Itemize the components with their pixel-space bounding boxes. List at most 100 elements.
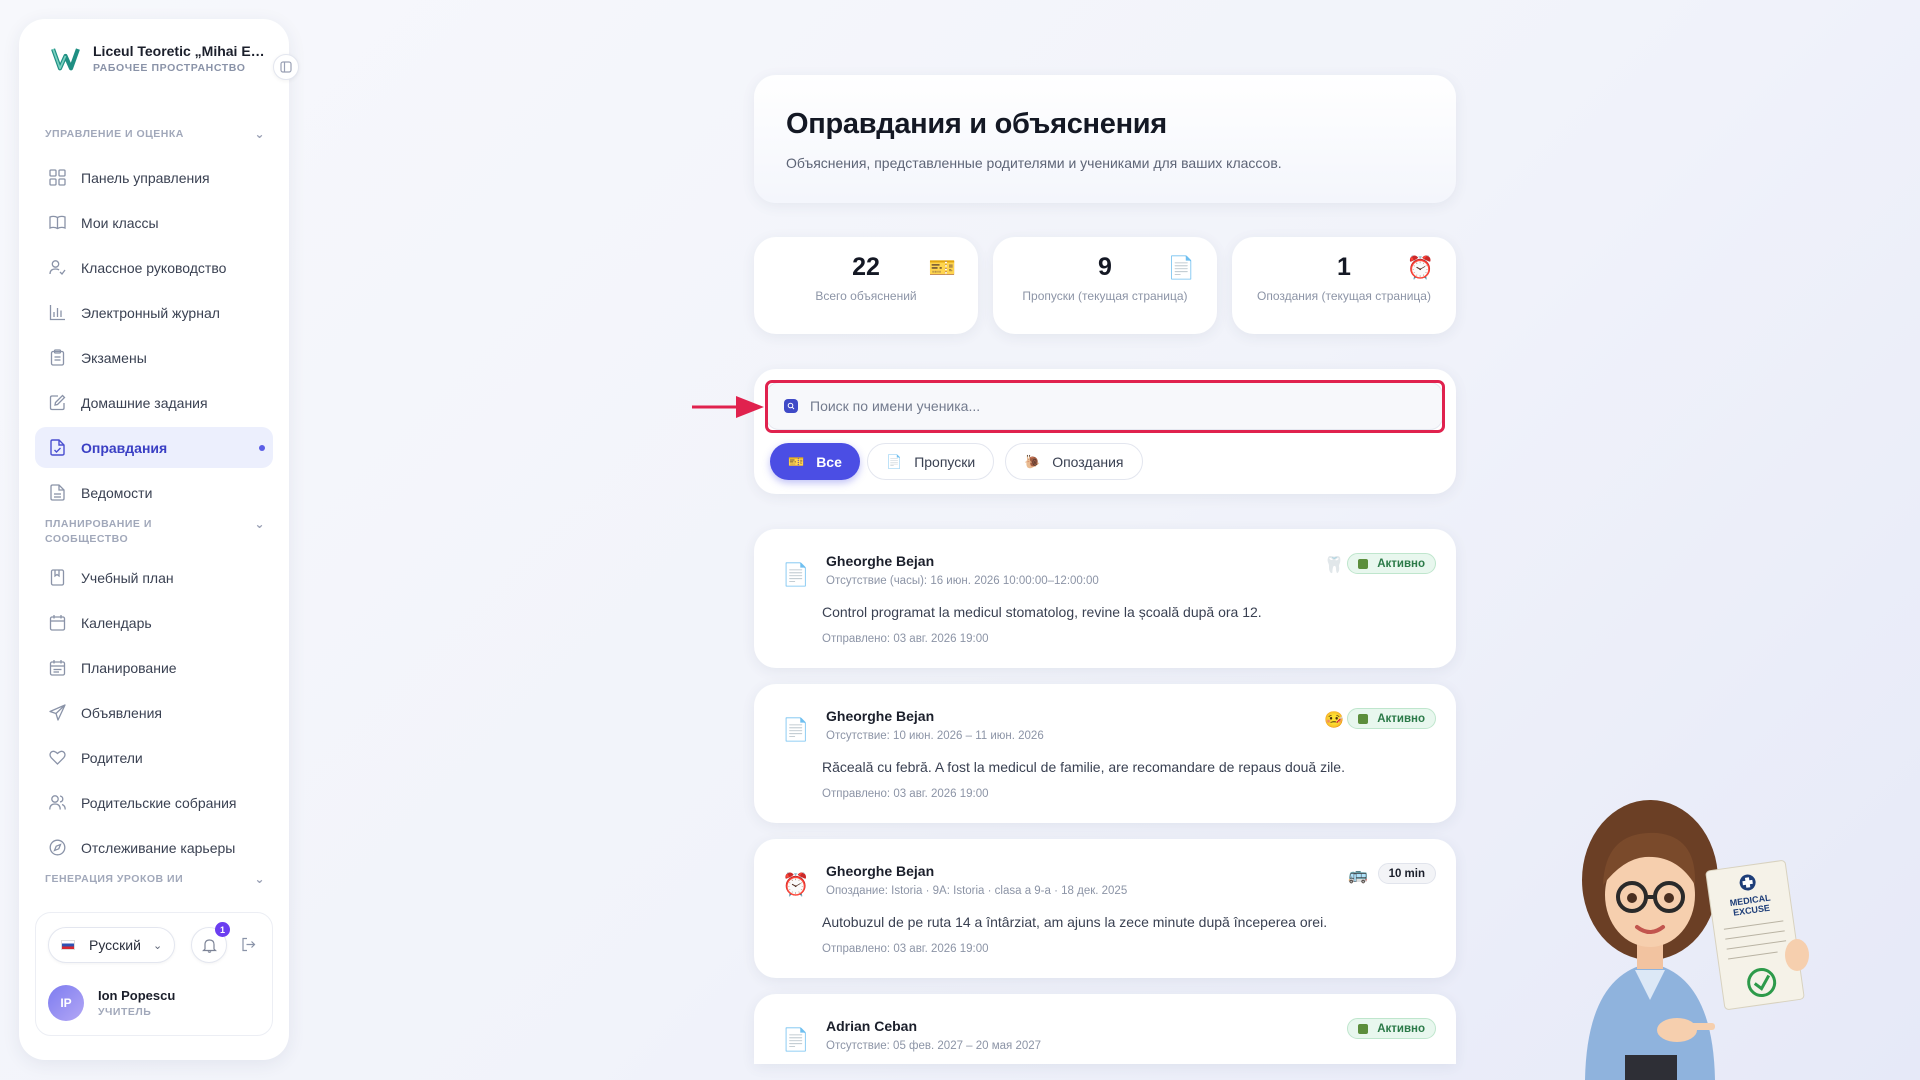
excuse-card[interactable]: 📄 Adrian Ceban Отсутствие: 05 фев. 2027 … <box>754 994 1456 1064</box>
logout-icon <box>242 937 256 952</box>
nav-label: Экзамены <box>81 349 147 366</box>
excuse-card[interactable]: 📄 Gheorghe Bejan Отсутствие (часы): 16 и… <box>754 529 1456 668</box>
excuse-meta: Отсутствие: 10 июн. 2026 – 11 июн. 2026 <box>826 730 1044 742</box>
nav-dashboard[interactable]: Панель управления <box>35 157 273 198</box>
account-panel: Русский ⌄ 1 IP Ion Popescu УЧИТЕЛЬ <box>35 912 273 1036</box>
status-badge: Активно <box>1347 553 1436 574</box>
section-label: УПРАВЛЕНИЕ И ОЦЕНКА <box>45 128 184 140</box>
users-icon <box>49 795 66 810</box>
section-management[interactable]: УПРАВЛЕНИЕ И ОЦЕНКА ⌄ <box>35 127 273 142</box>
active-indicator-dot <box>259 444 265 451</box>
nav-curriculum[interactable]: Учебный план <box>35 557 273 598</box>
notification-count-badge: 1 <box>215 922 230 937</box>
user-profile[interactable]: IP Ion Popescu УЧИТЕЛЬ <box>48 985 175 1021</box>
stat-label: Всего объяснений <box>815 289 917 303</box>
clipboard-icon <box>50 349 65 366</box>
nav-reports[interactable]: Ведомости <box>35 472 273 513</box>
status-square-icon <box>1358 1023 1369 1034</box>
status-label: Активно <box>1377 1022 1425 1035</box>
collapse-sidebar-button[interactable] <box>273 54 299 80</box>
chevron-down-icon: ⌄ <box>254 517 265 531</box>
calendar-icon <box>49 615 66 631</box>
filter-absences-button[interactable]: 📄 Пропуски <box>867 443 995 480</box>
student-name: Gheorghe Bejan <box>826 708 935 724</box>
section-label: ГЕНЕРАЦИЯ УРОКОВ ИИ <box>45 873 184 885</box>
logout-button[interactable] <box>241 937 256 957</box>
sick-face-icon: 🤒 <box>1324 712 1344 729</box>
user-role: УЧИТЕЛЬ <box>98 1006 152 1018</box>
filter-all-button[interactable]: 🎫 Все <box>770 443 860 480</box>
nav-homeroom[interactable]: Классное руководство <box>35 247 273 288</box>
nav-label: Учебный план <box>81 569 174 586</box>
nav-label: Мои классы <box>81 214 159 231</box>
status-badge: Активно <box>1347 1018 1436 1039</box>
tooth-icon: 🦷 <box>1324 557 1344 574</box>
nav-my-classes[interactable]: Мои классы <box>35 202 273 243</box>
excuse-card[interactable]: 📄 Gheorghe Bejan Отсутствие: 10 июн. 202… <box>754 684 1456 823</box>
ticket-icon: 🎫 <box>788 453 805 469</box>
avatar: IP <box>48 985 84 1021</box>
flag-icon <box>61 940 75 950</box>
excuse-meta: Отсутствие: 05 фев. 2027 – 20 мая 2027 <box>826 1040 1042 1052</box>
nav-label: Классное руководство <box>81 259 227 276</box>
nav-label: Электронный журнал <box>81 304 220 321</box>
page-header: Оправдания и объяснения Объяснения, пред… <box>754 75 1456 203</box>
nav-label: Оправдания <box>81 439 168 456</box>
file-text-icon <box>50 484 65 501</box>
compass-icon <box>49 839 66 856</box>
nav-calendar[interactable]: Календарь <box>35 602 273 643</box>
bell-icon <box>201 938 217 953</box>
excuse-meta: Отсутствие (часы): 16 июн. 2026 10:00:00… <box>826 575 1099 587</box>
section-ai-lessons[interactable]: ГЕНЕРАЦИЯ УРОКОВ ИИ ⌄ <box>35 872 273 887</box>
nav-parent-meetings[interactable]: Родительские собрания <box>35 782 273 823</box>
grid-icon <box>49 169 66 186</box>
sidebar-collapse-icon <box>280 61 292 73</box>
student-name: Gheorghe Bejan <box>826 863 935 879</box>
status-badge: Активно <box>1347 708 1436 729</box>
school-logo-icon <box>51 48 80 71</box>
nav-career-tracking[interactable]: Отслеживание карьеры <box>35 827 273 868</box>
filter-label: Опоздания <box>1052 453 1124 470</box>
bus-icon: 🚌 <box>1348 867 1368 884</box>
notebook-icon <box>50 569 65 586</box>
nav-homework[interactable]: Домашние задания <box>35 382 273 423</box>
filter-label: Все <box>816 453 842 470</box>
language-selector[interactable]: Русский ⌄ <box>48 927 176 963</box>
sent-date: Отправлено: 03 авг. 2026 19:00 <box>822 788 989 800</box>
filter-lates-button[interactable]: 🐌 Опоздания <box>1005 443 1143 480</box>
book-open-icon <box>49 215 66 230</box>
stat-label: Пропуски (текущая страница) <box>1022 289 1188 303</box>
late-minutes-badge: 10 min <box>1377 863 1436 884</box>
snail-clock-icon: ⏰ <box>782 872 810 897</box>
edit-note-icon <box>49 394 66 411</box>
notifications-button[interactable]: 1 <box>191 922 230 963</box>
nav-label: Планирование <box>81 659 177 676</box>
student-name: Gheorghe Bejan <box>826 553 935 569</box>
section-planning[interactable]: ПЛАНИРОВАНИЕ И СООБЩЕСТВО ⌄ <box>35 517 273 547</box>
document-icon: 📄 <box>782 562 810 587</box>
nav-label: Панель управления <box>81 169 210 186</box>
workspace-header[interactable]: Liceul Teoretic „Mihai Eminescu” РАБОЧЕЕ… <box>35 19 299 97</box>
red-arrow-icon <box>692 396 764 418</box>
file-check-icon <box>50 439 65 456</box>
excuse-card[interactable]: ⏰ Gheorghe Bejan Опоздание: Istoria · 9A… <box>754 839 1456 978</box>
nav-planning[interactable]: Планирование <box>35 647 273 688</box>
status-label: Активно <box>1377 557 1425 570</box>
nav-excuses[interactable]: Оправдания <box>35 427 273 468</box>
nav-parents[interactable]: Родители <box>35 737 273 778</box>
nav-gradebook[interactable]: Электронный журнал <box>35 292 273 333</box>
excuse-text: Răceală cu febră. A fost la medicul de f… <box>822 759 1345 775</box>
nav-announcements[interactable]: Объявления <box>35 692 273 733</box>
nav-label: Родительские собрания <box>81 794 237 811</box>
nav-exams[interactable]: Экзамены <box>35 337 273 378</box>
page-title: Оправдания и объяснения <box>786 108 1167 140</box>
nav-label: Объявления <box>81 704 162 721</box>
section-label: ПЛАНИРОВАНИЕ И СООБЩЕСТВО <box>45 518 152 545</box>
send-icon <box>49 704 66 721</box>
student-name: Adrian Ceban <box>826 1018 918 1034</box>
stat-absences: 9 Пропуски (текущая страница) 📄 <box>993 237 1217 334</box>
nav-label: Календарь <box>81 614 152 631</box>
document-icon: 📄 <box>782 717 810 742</box>
snail-icon: 🐌 <box>1024 453 1041 469</box>
document-icon: 📄 <box>886 453 903 469</box>
